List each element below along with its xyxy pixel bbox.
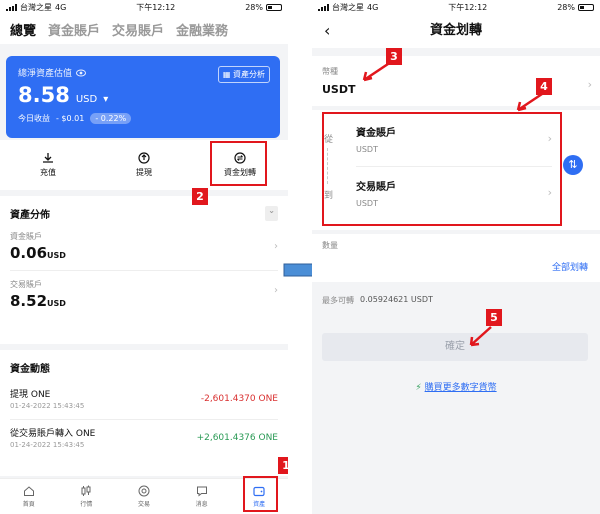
battery-icon <box>577 3 594 11</box>
message-icon <box>196 486 207 497</box>
arrow-pointer-icon <box>362 62 389 82</box>
tab-label: 首頁 <box>22 501 35 508</box>
today-earnings-percent: - 0.22% <box>90 113 132 124</box>
battery-percent: 28% <box>245 2 263 12</box>
left-screen: 台灣之星 4G 下午12:12 28% 總覽 資金賬戶 交易賬戶 金融業務 總淨… <box>0 0 288 514</box>
trade-icon <box>138 485 150 497</box>
today-earnings-label: 今日收益 <box>18 114 50 123</box>
signal-icon <box>318 3 329 11</box>
max-transferable: 最多可轉 0.05924621 USDT <box>322 295 433 306</box>
transaction-row[interactable]: 從交易賬戶轉入 ONE 01-24-2022 15:43:45 +2,601.4… <box>0 420 288 458</box>
chevron-right-icon: › <box>274 241 278 252</box>
swap-icon[interactable]: ⇅ <box>563 155 583 175</box>
candlestick-icon <box>81 485 91 496</box>
highlight-accounts <box>322 112 562 226</box>
tab-funding-account[interactable]: 資金賬戶 <box>48 20 100 39</box>
balance-card: 總淨資產估值 8.58 USD ▾ 今日收益 - $0.01 - 0.22% ▦… <box>6 56 280 138</box>
funding-account-row[interactable]: 資金賬戶 0.06USD › <box>0 227 288 270</box>
marker-5: 5 <box>486 309 502 326</box>
back-icon[interactable]: ‹ <box>324 14 330 48</box>
battery-icon <box>265 3 282 11</box>
transaction-amount: +2,601.4376 ONE <box>196 433 278 443</box>
withdraw-label: 提現 <box>136 168 152 177</box>
transaction-amount: -2,601.4370 ONE <box>200 394 278 404</box>
eye-icon[interactable] <box>76 69 87 77</box>
asset-distribution-section: 資產分佈 ⌄ 資金賬戶 0.06USD › 交易賬戶 8.52USD › <box>0 196 288 344</box>
carrier: 台灣之星 <box>332 2 364 12</box>
transfer-all-button[interactable]: 全部划轉 <box>552 260 588 273</box>
account-name: 交易賬戶 <box>10 280 42 289</box>
deposit-label: 充值 <box>40 168 56 177</box>
network: 4G <box>55 2 67 12</box>
status-bar: 台灣之星 4G 下午12:12 28% <box>0 0 288 14</box>
tab-trading-account[interactable]: 交易賬戶 <box>112 20 164 39</box>
transfer-header: ‹ 資金划轉 <box>312 14 600 48</box>
chevron-right-icon: › <box>587 78 592 91</box>
chart-icon: ▦ <box>222 70 231 79</box>
account-value: 0.06 <box>10 244 48 262</box>
battery-percent: 28% <box>557 2 575 12</box>
confirm-button[interactable]: 確定 <box>322 333 588 361</box>
marker-1: 1 <box>278 457 288 474</box>
asset-analysis-button[interactable]: ▦ 資產分析 <box>217 66 270 83</box>
trading-account-row[interactable]: 交易賬戶 8.52USD › <box>0 271 288 318</box>
amount-label: 數量 <box>322 241 338 250</box>
clock: 下午12:12 <box>136 2 176 12</box>
balance-currency[interactable]: USD <box>76 94 97 105</box>
amount-input[interactable] <box>322 258 522 276</box>
tab-label: 行情 <box>80 501 93 508</box>
balance-label: 總淨資產估值 <box>18 69 73 79</box>
amount-section: 數量 全部划轉 <box>312 234 600 282</box>
signal-icon <box>6 3 17 11</box>
chevron-down-icon[interactable]: ▾ <box>103 94 108 105</box>
tab-label: 交易 <box>137 501 150 508</box>
arrow-pointer-icon <box>469 326 492 347</box>
tab-trade[interactable]: 交易 <box>138 485 150 508</box>
status-bar: 台灣之星 4G 下午12:12 28% <box>312 0 600 14</box>
collapse-icon[interactable]: ⌄ <box>265 206 278 221</box>
marker-2: 2 <box>192 188 208 205</box>
home-icon <box>23 486 34 496</box>
fund-activity-title: 資金動態 <box>10 364 50 375</box>
buy-more-link[interactable]: ⚡ 購買更多數字貨幣 <box>312 380 600 393</box>
page-title: 資金划轉 <box>429 23 482 38</box>
withdraw-button[interactable]: 提現 <box>114 152 174 178</box>
currency-selector[interactable]: 幣種 USDT › <box>312 56 600 106</box>
tab-finance[interactable]: 金融業務 <box>176 20 228 39</box>
chevron-right-icon: › <box>274 285 278 296</box>
network: 4G <box>367 2 379 12</box>
tab-market[interactable]: 行情 <box>80 485 92 508</box>
max-label: 最多可轉 <box>322 296 354 305</box>
fund-activity-section: 資金動態 提現 ONE 01-24-2022 15:43:45 -2,601.4… <box>0 350 288 476</box>
account-unit: USD <box>47 251 66 260</box>
deposit-icon <box>43 153 53 163</box>
carrier: 台灣之星 <box>20 2 52 12</box>
right-screen: 台灣之星 4G 下午12:12 28% ‹ 資金划轉 幣種 USDT › 從 到… <box>312 0 600 514</box>
clock: 下午12:12 <box>448 2 488 12</box>
lightning-icon: ⚡ <box>415 383 422 393</box>
top-tabs: 總覽 資金賬戶 交易賬戶 金融業務 <box>0 14 288 44</box>
account-unit: USD <box>47 299 66 308</box>
highlight-transfer-button <box>210 141 267 186</box>
withdraw-icon <box>138 152 150 164</box>
buy-more-label: 購買更多數字貨幣 <box>424 383 497 393</box>
today-earnings-value: - $0.01 <box>56 114 85 123</box>
deposit-button[interactable]: 充值 <box>18 152 78 178</box>
account-name: 資金賬戶 <box>10 232 42 241</box>
tab-overview[interactable]: 總覽 <box>10 20 36 39</box>
asset-distribution-title: 資產分佈 <box>10 210 50 221</box>
highlight-assets-tab <box>243 476 278 512</box>
asset-analysis-label: 資產分析 <box>233 70 265 79</box>
account-value: 8.52 <box>10 292 48 310</box>
max-value: 0.05924621 USDT <box>360 295 433 304</box>
tab-messages[interactable]: 消息 <box>196 485 208 508</box>
balance-value: 8.58 <box>18 83 70 107</box>
transaction-row[interactable]: 提現 ONE 01-24-2022 15:43:45 -2,601.4370 O… <box>0 381 288 419</box>
tab-home[interactable]: 首頁 <box>23 485 35 508</box>
tab-label: 消息 <box>195 501 208 508</box>
arrow-pointer-icon <box>516 92 543 112</box>
